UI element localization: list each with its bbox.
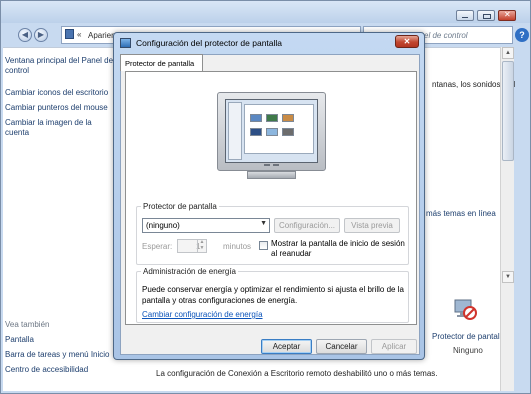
power-group: Administración de energía Puede conserva… bbox=[136, 267, 409, 323]
power-group-title: Administración de energía bbox=[141, 267, 238, 276]
wait-label: Esperar: bbox=[142, 242, 173, 251]
see-also-heading: Vea también bbox=[5, 320, 50, 329]
minutes-label: minutos bbox=[223, 242, 252, 251]
monitor-preview bbox=[217, 92, 326, 184]
wait-spinner[interactable]: ▲ ▼ bbox=[197, 239, 206, 253]
screensaver-icon[interactable] bbox=[453, 297, 477, 321]
settings-button[interactable]: Configuración... bbox=[274, 218, 340, 233]
sidebar-item-account-picture[interactable]: Cambiar la imagen de la cuenta bbox=[5, 118, 115, 138]
resume-logon-label[interactable]: Mostrar la pantalla de inicio de sesión … bbox=[271, 239, 411, 259]
control-panel-icon bbox=[65, 29, 74, 39]
resume-logon-checkbox[interactable] bbox=[259, 241, 268, 250]
forward-button[interactable]: ▶ bbox=[34, 28, 48, 42]
sidebar-item-desktop-icons[interactable]: Cambiar iconos del escritorio bbox=[5, 88, 120, 98]
preview-theme-thumb bbox=[266, 114, 278, 122]
close-window-button[interactable] bbox=[498, 10, 516, 21]
back-button[interactable]: ◀ bbox=[18, 28, 32, 42]
monitor-led bbox=[264, 164, 270, 166]
window-titlebar bbox=[1, 1, 530, 23]
sidebar-item-home[interactable]: Ventana principal del Panel de control bbox=[5, 56, 115, 76]
preview-sidebar bbox=[228, 102, 242, 160]
scroll-thumb[interactable] bbox=[502, 61, 514, 161]
screensaver-select[interactable]: (ninguno) ▼ bbox=[142, 218, 270, 233]
sidebar-item-mouse-pointers[interactable]: Cambiar punteros del mouse bbox=[5, 103, 120, 113]
cancel-button[interactable]: Cancelar bbox=[316, 339, 367, 354]
see-also-display[interactable]: Pantalla bbox=[5, 335, 120, 345]
remote-desktop-info: La configuración de Conexión a Escritori… bbox=[156, 369, 438, 378]
screensaver-selected-value: (ninguno) bbox=[146, 221, 180, 230]
screensaver-value: Ninguno bbox=[453, 346, 483, 355]
ok-button[interactable]: Aceptar bbox=[261, 339, 312, 354]
preview-theme-thumb bbox=[282, 128, 294, 136]
monitor-screen bbox=[225, 99, 318, 163]
preview-theme-thumb bbox=[266, 128, 278, 136]
preview-theme-thumb bbox=[250, 114, 262, 122]
maximize-button[interactable] bbox=[477, 10, 495, 21]
scroll-down-button[interactable]: ▼ bbox=[502, 271, 514, 283]
dialog-body: Protector de pantalla (ninguno) ▼ Config… bbox=[120, 54, 420, 355]
see-also-accessibility[interactable]: Centro de accesibilidad bbox=[5, 365, 120, 375]
see-also-taskbar[interactable]: Barra de tareas y menú Inicio bbox=[5, 350, 120, 360]
dialog-title: Configuración del protector de pantalla bbox=[136, 38, 283, 48]
chevron-down-icon: ▼ bbox=[260, 220, 267, 227]
change-power-settings-link[interactable]: Cambiar configuración de energía bbox=[142, 310, 263, 319]
power-description: Puede conservar energía y optimizar el r… bbox=[142, 285, 404, 305]
tab-panel: Protector de pantalla (ninguno) ▼ Config… bbox=[125, 71, 417, 325]
help-icon[interactable]: ? bbox=[515, 28, 529, 42]
monitor-led bbox=[273, 164, 279, 166]
screensaver-group: Protector de pantalla (ninguno) ▼ Config… bbox=[136, 202, 411, 265]
apply-button[interactable]: Aplicar bbox=[371, 339, 417, 354]
vertical-scrollbar[interactable]: ▲ ▼ bbox=[500, 47, 514, 391]
monitor-frame bbox=[217, 92, 326, 171]
more-themes-link[interactable]: más temas en línea bbox=[426, 209, 496, 218]
scroll-up-button[interactable]: ▲ bbox=[502, 47, 514, 59]
screensaver-link[interactable]: Protector de pantalla bbox=[432, 332, 506, 341]
minimize-button[interactable] bbox=[456, 10, 474, 21]
tab-screensaver[interactable]: Protector de pantalla bbox=[120, 54, 203, 71]
address-overflow-chevron[interactable]: « bbox=[77, 30, 81, 39]
preview-theme-thumb bbox=[282, 114, 294, 122]
preview-button[interactable]: Vista previa bbox=[344, 218, 400, 233]
search-placeholder: el de control bbox=[424, 31, 468, 40]
screensaver-settings-dialog: Configuración del protector de pantalla … bbox=[113, 32, 425, 360]
screensaver-group-title: Protector de pantalla bbox=[141, 202, 219, 211]
address-text: Aparien bbox=[88, 31, 116, 40]
monitor-stand bbox=[247, 171, 296, 179]
dialog-monitor-icon bbox=[120, 38, 131, 48]
preview-theme-thumb bbox=[250, 128, 262, 136]
dialog-close-button[interactable]: ✕ bbox=[395, 35, 419, 48]
